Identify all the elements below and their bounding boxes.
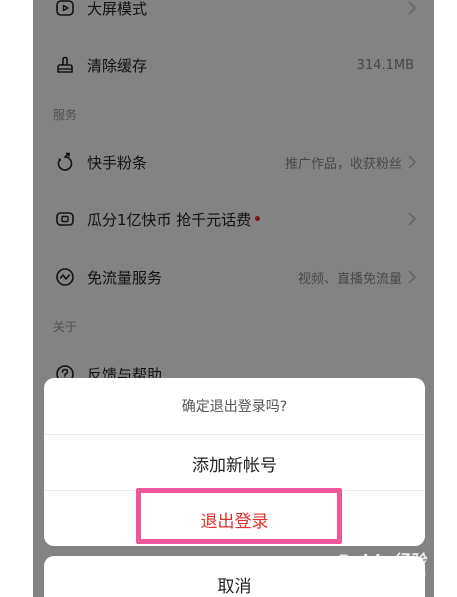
logout-confirm-title: 确定退出登录吗? [181,399,288,415]
watermark-sub-text: jingyan.baidu.com [343,569,427,579]
baidu-jingyan-watermark: Baidu经验 jingyan.baidu.com [337,545,437,585]
logout-highlight-box [136,488,342,544]
add-account-button[interactable]: 添加新帐号 [44,435,425,491]
